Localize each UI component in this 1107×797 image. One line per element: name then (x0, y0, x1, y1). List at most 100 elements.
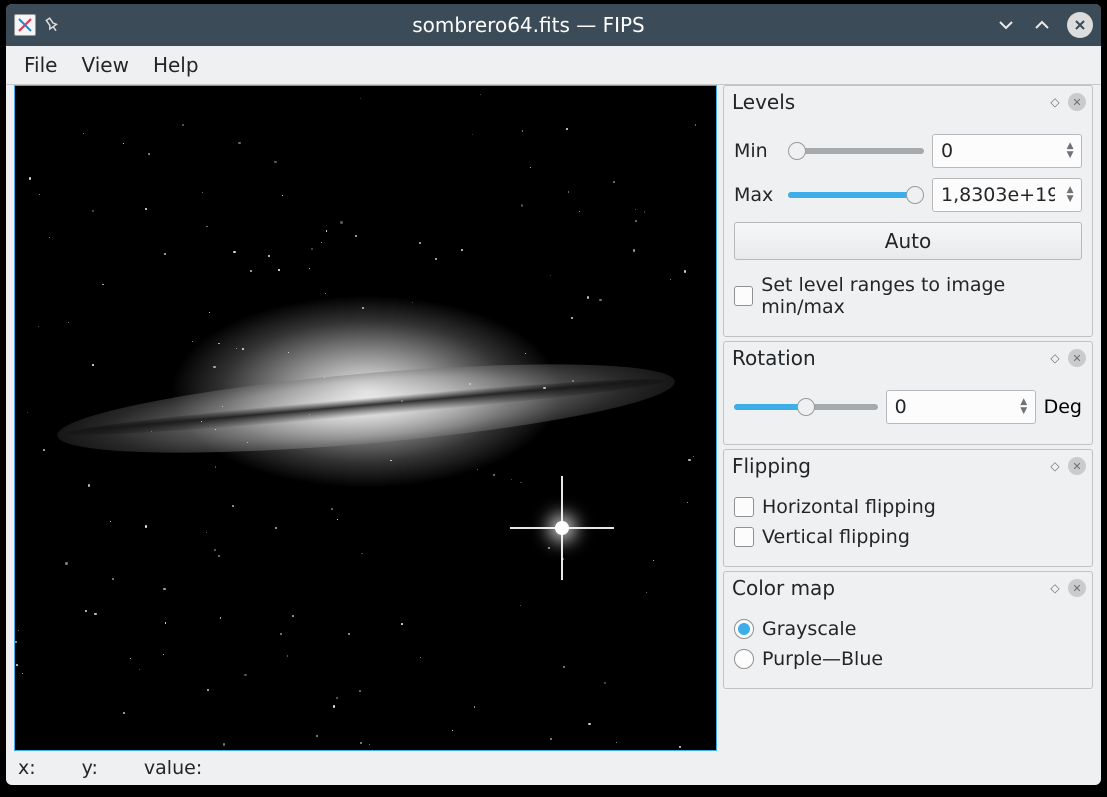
star-icon (236, 348, 237, 349)
rotation-panel: Rotation ◇ ✕ ▲▼ (723, 341, 1093, 445)
star-icon (321, 242, 322, 243)
star-icon (92, 364, 94, 366)
rotation-title: Rotation (732, 346, 816, 370)
star-icon (452, 730, 453, 731)
maximize-button[interactable] (1031, 14, 1053, 36)
vflip-checkbox[interactable] (734, 527, 754, 547)
hflip-checkbox[interactable] (734, 497, 754, 517)
menu-file[interactable]: File (14, 47, 67, 83)
star-icon (85, 610, 87, 612)
hflip-label: Horizontal flipping (762, 496, 936, 518)
min-input[interactable] (933, 140, 1063, 162)
star-icon (218, 555, 220, 557)
max-spinbox[interactable]: ▲▼ (932, 178, 1082, 212)
close-icon[interactable]: ✕ (1068, 93, 1086, 111)
star-icon (233, 251, 235, 253)
star-icon (401, 400, 403, 402)
star-icon (220, 617, 222, 619)
menu-view[interactable]: View (71, 47, 138, 83)
status-x: x: (18, 757, 36, 779)
star-icon (412, 302, 413, 303)
min-slider[interactable] (788, 140, 924, 162)
star-icon (65, 562, 67, 564)
star-icon (163, 588, 166, 591)
star-icon (340, 221, 342, 223)
star-icon (18, 630, 19, 631)
range-checkbox[interactable] (734, 286, 753, 306)
star-icon (209, 312, 210, 313)
min-spinbox[interactable]: ▲▼ (932, 134, 1082, 168)
star-icon (145, 208, 147, 210)
star-icon (139, 669, 141, 671)
chevron-down-icon[interactable]: ▼ (1067, 195, 1074, 204)
close-icon[interactable]: ✕ (1068, 349, 1086, 367)
star-icon (401, 623, 403, 625)
star-icon (419, 242, 421, 244)
close-icon[interactable]: ✕ (1068, 457, 1086, 475)
grayscale-label: Grayscale (762, 618, 856, 640)
star-icon (480, 94, 481, 95)
star-icon (164, 253, 166, 255)
detach-icon[interactable]: ◇ (1046, 93, 1064, 111)
star-icon (16, 664, 18, 666)
image-viewer[interactable] (14, 85, 717, 751)
auto-button[interactable]: Auto (734, 222, 1082, 260)
star-icon (613, 181, 615, 183)
colormap-title: Color map (732, 576, 835, 600)
purpleblue-radio[interactable] (734, 649, 754, 669)
detach-icon[interactable]: ◇ (1046, 457, 1064, 475)
minimize-button[interactable] (995, 14, 1017, 36)
star-icon (336, 697, 338, 699)
star-icon (588, 723, 590, 725)
star-icon (337, 519, 338, 520)
rotation-slider[interactable] (734, 396, 878, 418)
close-button[interactable] (1067, 12, 1093, 38)
star-icon (472, 134, 473, 135)
min-label: Min (734, 140, 780, 162)
star-icon (522, 130, 524, 132)
star-icon (420, 657, 421, 658)
star-icon (563, 666, 564, 667)
max-slider[interactable] (788, 184, 924, 206)
menu-help[interactable]: Help (143, 47, 209, 83)
status-value: value: (144, 757, 202, 779)
star-icon (202, 192, 203, 193)
star-icon (130, 658, 131, 659)
star-icon (679, 746, 681, 748)
star-icon (15, 641, 17, 643)
star-icon (88, 484, 91, 487)
star-icon (274, 161, 276, 163)
star-icon (250, 270, 252, 272)
levels-panel: Levels ◇ ✕ Min (723, 85, 1093, 337)
chevron-down-icon[interactable]: ▼ (1067, 151, 1074, 160)
star-icon (525, 353, 526, 354)
star-icon (292, 615, 294, 617)
star-icon (182, 124, 184, 126)
star-icon (316, 735, 318, 737)
detach-icon[interactable]: ◇ (1046, 579, 1064, 597)
rotation-input[interactable] (887, 396, 1017, 418)
star-icon (635, 209, 636, 210)
grayscale-radio[interactable] (734, 619, 754, 639)
star-icon (151, 431, 152, 432)
star-icon (369, 744, 370, 745)
star-icon (92, 210, 94, 212)
star-icon (309, 414, 310, 415)
close-icon[interactable]: ✕ (1068, 579, 1086, 597)
flipping-title: Flipping (732, 454, 811, 478)
chevron-down-icon[interactable]: ▼ (1020, 407, 1027, 416)
star-icon (566, 128, 568, 130)
max-input[interactable] (933, 184, 1063, 206)
star-icon (165, 622, 166, 623)
window-title: sombrero64.fits — FIPS (62, 13, 995, 37)
menubar: File View Help (6, 46, 1101, 85)
titlebar[interactable]: sombrero64.fits — FIPS (6, 4, 1101, 46)
detach-icon[interactable]: ◇ (1046, 349, 1064, 367)
star-icon (244, 674, 247, 677)
star-icon (548, 547, 550, 549)
vflip-label: Vertical flipping (762, 526, 910, 548)
rotation-spinbox[interactable]: ▲▼ (886, 390, 1036, 424)
star-icon (348, 633, 350, 635)
star-icon (287, 655, 289, 657)
purpleblue-label: Purple—Blue (762, 648, 883, 670)
